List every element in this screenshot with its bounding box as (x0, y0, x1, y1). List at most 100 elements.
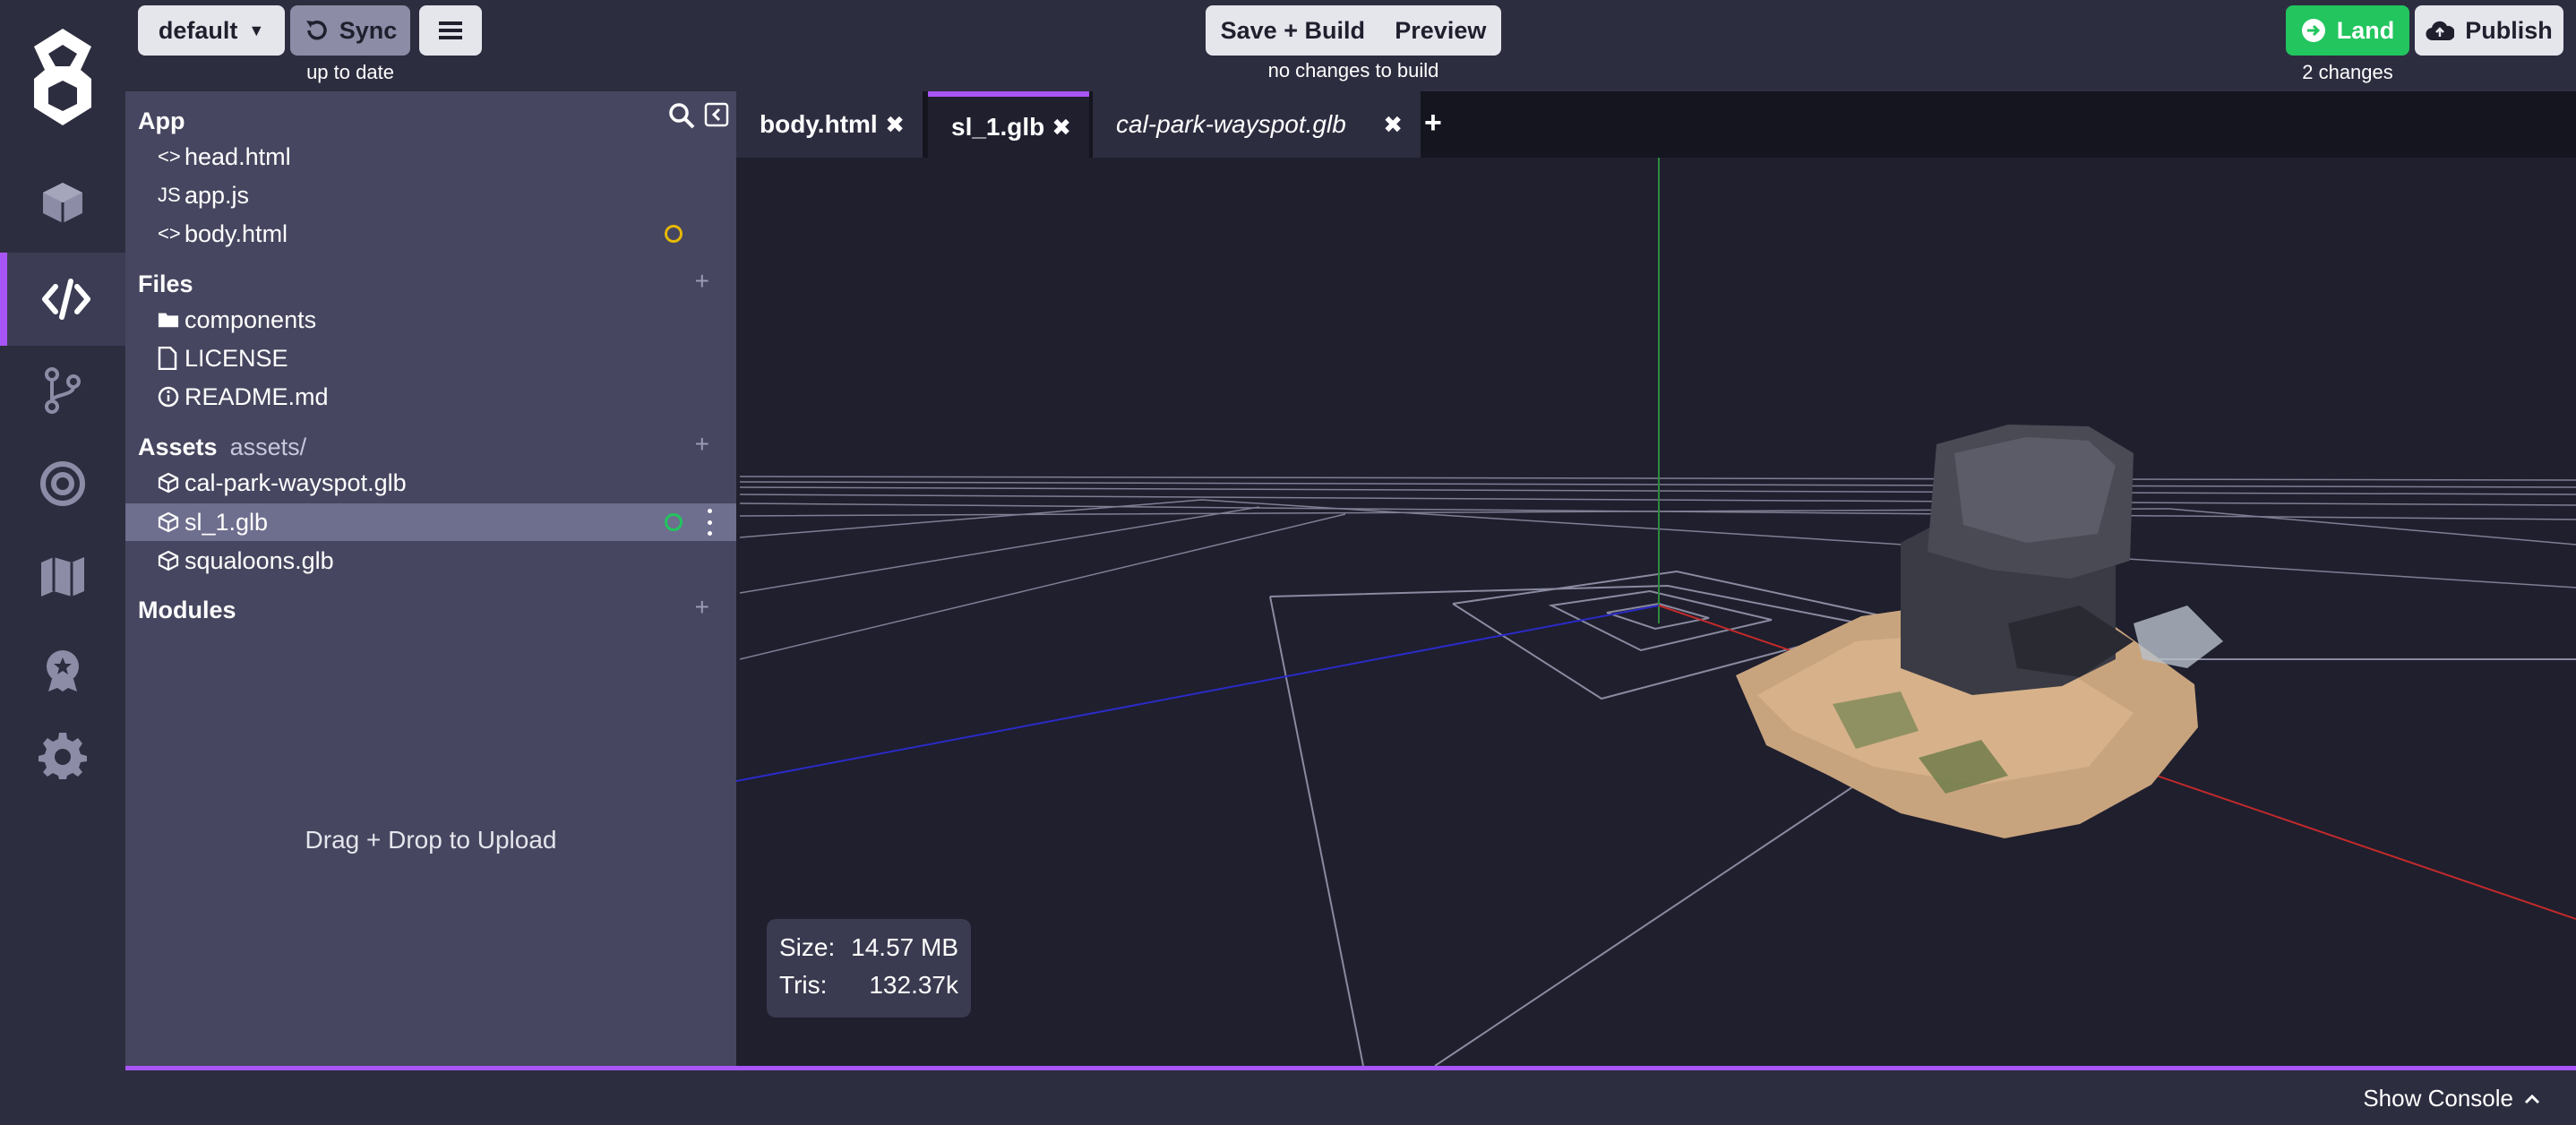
cube-icon (125, 511, 179, 533)
info-icon (125, 386, 179, 408)
close-icon[interactable]: ✖ (1383, 111, 1403, 139)
viewport-scene[interactable] (736, 158, 2576, 1066)
file-name: sl_1.glb (185, 508, 269, 536)
rail-item-settings[interactable] (0, 709, 125, 803)
save-build-button[interactable]: Save + Build (1221, 17, 1365, 45)
chevron-up-icon (2524, 1094, 2540, 1104)
code-file-icon: <> (158, 222, 181, 245)
sync-icon (305, 20, 327, 40)
rail-item-code[interactable] (0, 253, 125, 346)
section-files-title: Files (138, 271, 193, 297)
rail-item-branches[interactable] (0, 344, 125, 437)
rail-item-achievements[interactable] (0, 623, 125, 717)
file-row[interactable]: <> head.html (125, 138, 736, 176)
file-name: app.js (185, 181, 250, 209)
file-row[interactable]: <> body.html (125, 215, 736, 253)
left-rail (0, 0, 125, 1125)
add-file-icon[interactable]: + (695, 267, 709, 296)
file-icon (125, 347, 179, 370)
js-file-icon: JS (158, 184, 181, 206)
sync-status: up to date (306, 61, 394, 83)
editor-tab-bar: body.html ✖ sl_1.glb ✖ cal-park-wayspot.… (736, 91, 2576, 158)
console-bar: Show Console (125, 1066, 2576, 1125)
changes-status: 2 changes (2302, 61, 2393, 83)
file-name: README.md (185, 382, 329, 410)
close-icon[interactable]: ✖ (1052, 114, 1071, 142)
show-console-button[interactable]: Show Console (2363, 1085, 2540, 1112)
show-console-label: Show Console (2363, 1085, 2513, 1112)
drop-upload-hint[interactable]: Drag + Drop to Upload (125, 826, 736, 854)
cube-icon (43, 183, 82, 223)
branch-select[interactable]: default ▼ (138, 5, 285, 56)
preview-button[interactable]: Preview (1395, 17, 1486, 45)
file-name: LICENSE (185, 344, 288, 372)
top-bar: default ▼ Sync up to date Save + Build P… (125, 0, 2576, 91)
hamburger-icon (439, 21, 462, 39)
modified-status-icon (665, 225, 683, 243)
arrow-circle-icon (2301, 19, 2325, 42)
collapse-sidebar-icon[interactable] (704, 102, 729, 127)
menu-button[interactable] (419, 5, 482, 56)
build-group: Save + Build Preview (1206, 5, 1501, 56)
file-name: cal-park-wayspot.glb (185, 468, 407, 496)
file-row[interactable]: LICENSE (125, 339, 736, 377)
gear-icon (39, 733, 87, 779)
rail-item-targets[interactable] (0, 437, 125, 530)
branch-icon (45, 367, 81, 414)
tab-label: cal-park-wayspot.glb (1116, 110, 1346, 138)
file-row[interactable]: README.md (125, 378, 736, 416)
add-module-icon[interactable]: + (695, 593, 709, 622)
assets-path: assets/ (229, 434, 307, 460)
new-tab-icon[interactable]: + (1424, 106, 1442, 141)
close-icon[interactable]: ✖ (885, 111, 905, 139)
folder-icon (125, 310, 179, 330)
size-value: 14.57 MB (851, 933, 958, 961)
file-row[interactable]: cal-park-wayspot.glb (125, 464, 736, 502)
cube-icon (125, 550, 179, 571)
branch-label: default (158, 16, 238, 44)
logo-8-icon[interactable] (27, 25, 99, 129)
tab-sl-1-glb[interactable]: sl_1.glb ✖ (928, 91, 1089, 158)
land-label: Land (2336, 16, 2395, 44)
land-button[interactable]: Land (2286, 5, 2409, 56)
more-options-icon[interactable] (706, 509, 713, 536)
search-icon[interactable] (668, 102, 695, 129)
cloud-upload-icon (2426, 21, 2455, 41)
section-modules-title: Modules (138, 597, 236, 623)
target-icon (40, 461, 85, 506)
model-stats-panel: Size: 14.57 MB Tris: 132.37k (767, 919, 971, 1018)
file-row-selected[interactable]: sl_1.glb (125, 503, 736, 541)
model-viewport[interactable]: Size: 14.57 MB Tris: 132.37k (736, 158, 2576, 1066)
size-row: Size: 14.57 MB (779, 933, 958, 962)
code-file-icon: <> (158, 145, 181, 167)
tab-label: sl_1.glb (951, 113, 1045, 141)
size-label: Size: (779, 933, 836, 961)
section-app-title: App (138, 107, 185, 134)
chevron-down-icon: ▼ (248, 21, 265, 39)
sync-button[interactable]: Sync (290, 5, 410, 56)
badge-icon (47, 650, 79, 691)
add-asset-icon[interactable]: + (695, 430, 709, 459)
synced-status-icon (665, 513, 683, 531)
rail-item-assets[interactable] (0, 156, 125, 249)
sync-label: Sync (339, 16, 398, 44)
file-name: head.html (185, 142, 291, 170)
rail-item-maps[interactable] (0, 530, 125, 623)
file-row[interactable]: JS app.js (125, 176, 736, 214)
tris-label: Tris: (779, 971, 828, 999)
publish-button[interactable]: Publish (2415, 5, 2563, 56)
section-assets-title: Assets assets/ (138, 434, 306, 461)
tab-label: body.html (760, 110, 878, 138)
file-name: components (185, 305, 317, 333)
tab-cal-park-wayspot-glb[interactable]: cal-park-wayspot.glb ✖ (1093, 91, 1421, 158)
file-row[interactable]: components (125, 301, 736, 339)
publish-label: Publish (2465, 16, 2553, 44)
code-icon (42, 279, 90, 320)
assets-title: Assets (138, 434, 218, 460)
tab-body-html[interactable]: body.html ✖ (736, 91, 923, 158)
build-status: no changes to build (1267, 59, 1439, 82)
file-row[interactable]: squaloons.glb (125, 542, 736, 580)
file-sidebar: App <> head.html JS app.js <> body.html … (125, 91, 736, 1066)
file-name: body.html (185, 219, 288, 247)
cube-icon (125, 472, 179, 494)
